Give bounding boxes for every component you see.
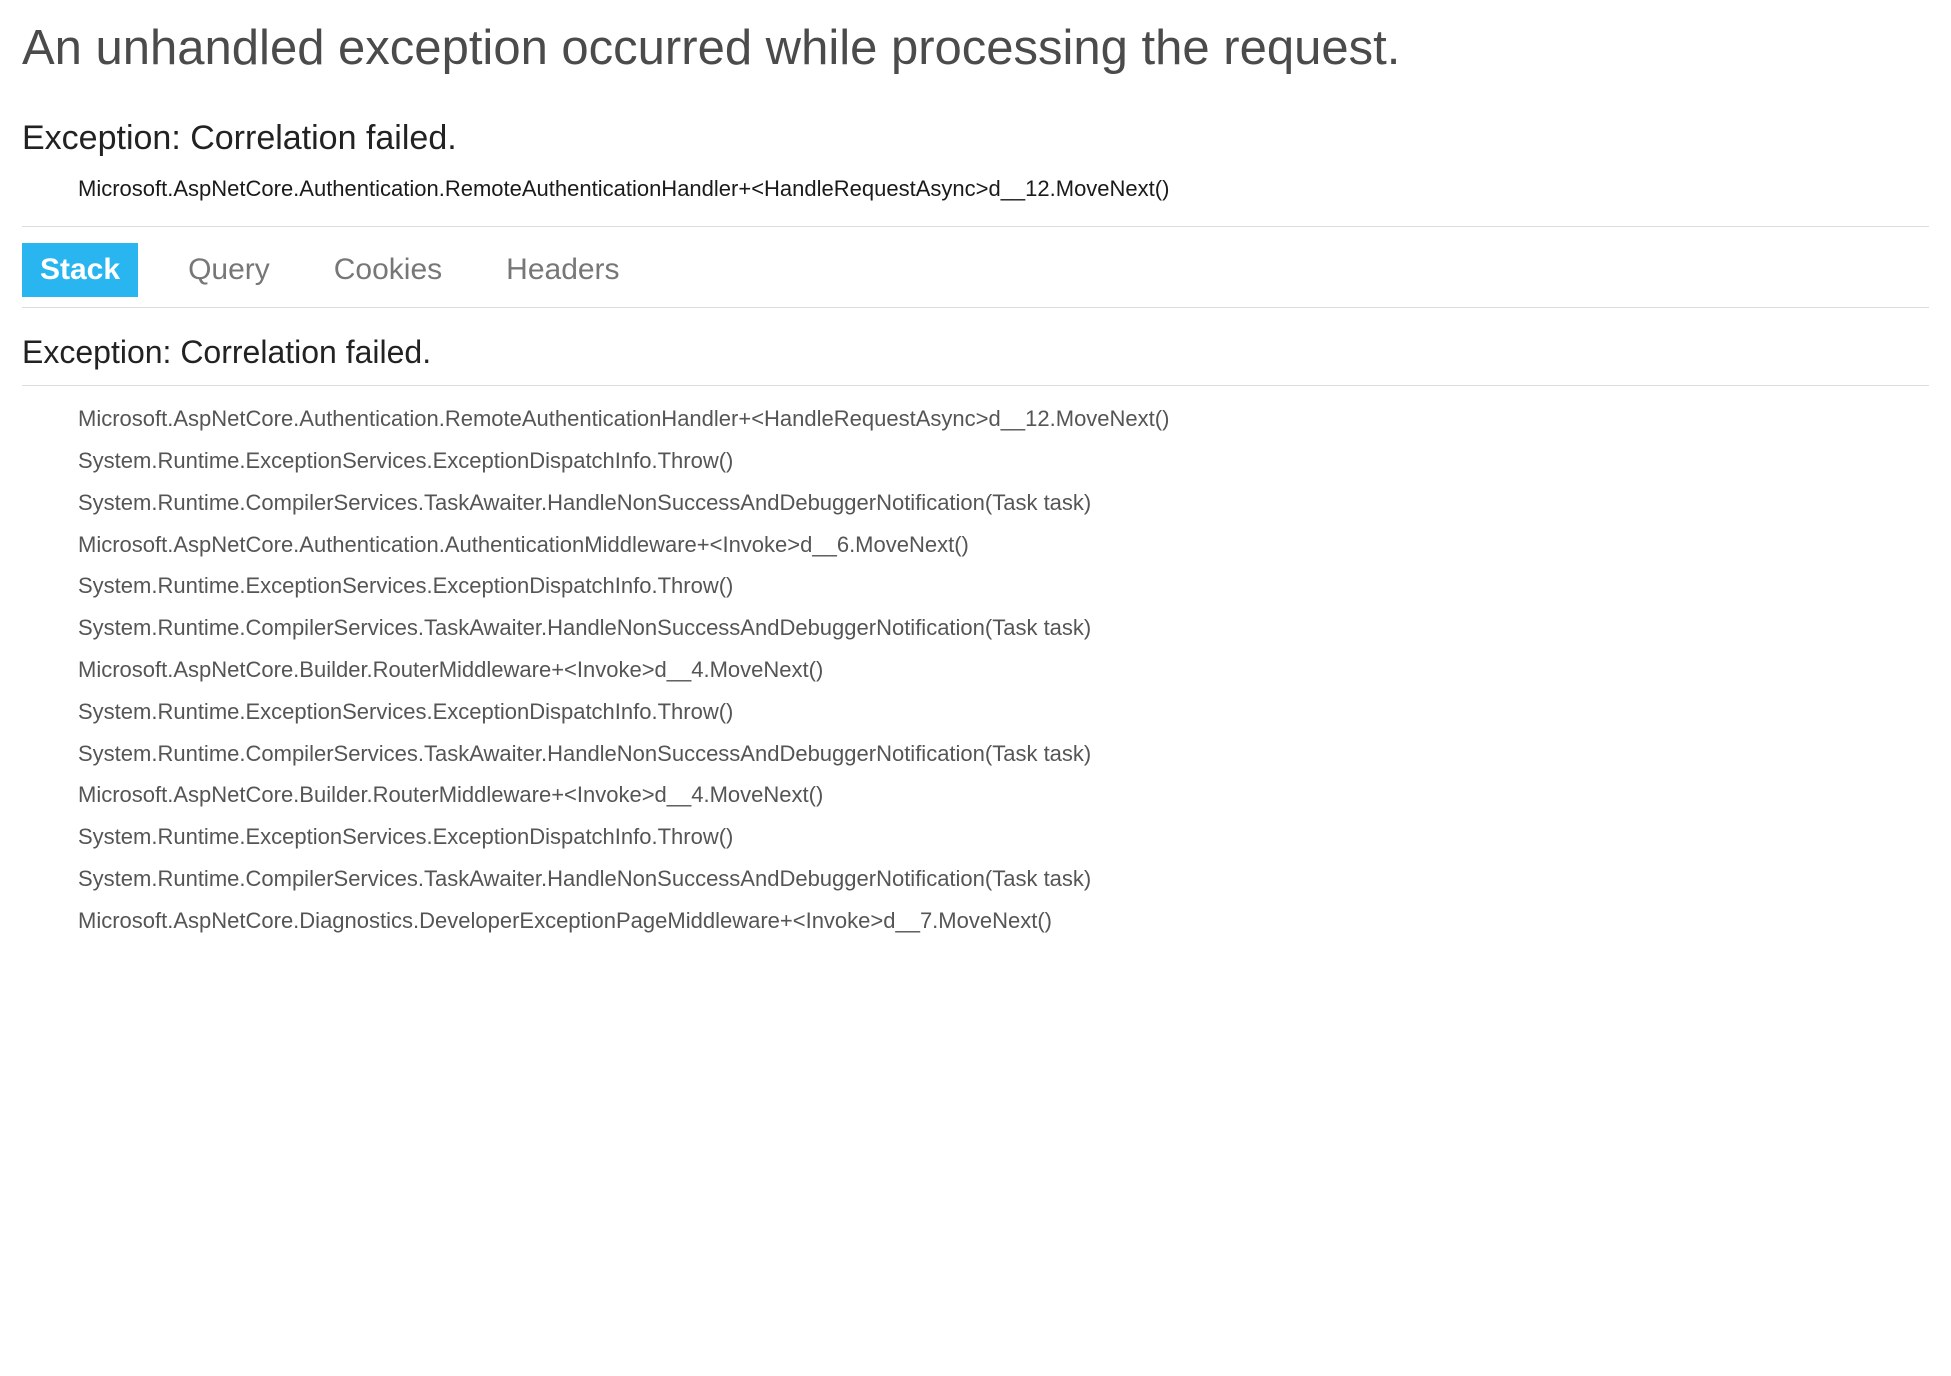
tab-stack[interactable]: Stack xyxy=(22,243,138,297)
tab-cookies[interactable]: Cookies xyxy=(320,247,456,293)
stack-exception-title: Exception: Correlation failed. xyxy=(22,334,1929,386)
stack-frame: System.Runtime.CompilerServices.TaskAwai… xyxy=(78,607,1929,649)
stack-frame: System.Runtime.ExceptionServices.Excepti… xyxy=(78,565,1929,607)
stack-frame: System.Runtime.CompilerServices.TaskAwai… xyxy=(78,858,1929,900)
stack-frame: System.Runtime.CompilerServices.TaskAwai… xyxy=(78,733,1929,775)
stack-frame: Microsoft.AspNetCore.Authentication.Remo… xyxy=(78,398,1929,440)
stack-frame: Microsoft.AspNetCore.Diagnostics.Develop… xyxy=(78,900,1929,942)
tab-headers[interactable]: Headers xyxy=(492,247,633,293)
stack-frame: System.Runtime.CompilerServices.TaskAwai… xyxy=(78,482,1929,524)
separator xyxy=(22,226,1929,227)
stack-frame: System.Runtime.ExceptionServices.Excepti… xyxy=(78,816,1929,858)
stack-frame: System.Runtime.ExceptionServices.Excepti… xyxy=(78,440,1929,482)
exception-first-frame: Microsoft.AspNetCore.Authentication.Remo… xyxy=(78,176,1929,202)
stack-frame: Microsoft.AspNetCore.Builder.RouterMiddl… xyxy=(78,649,1929,691)
page-title: An unhandled exception occurred while pr… xyxy=(22,18,1929,79)
tab-query[interactable]: Query xyxy=(174,247,284,293)
stack-frame: Microsoft.AspNetCore.Authentication.Auth… xyxy=(78,524,1929,566)
stack-frames: Microsoft.AspNetCore.Authentication.Remo… xyxy=(78,398,1929,941)
stack-frame: Microsoft.AspNetCore.Builder.RouterMiddl… xyxy=(78,774,1929,816)
exception-title: Exception: Correlation failed. xyxy=(22,119,1929,158)
tab-list: Stack Query Cookies Headers xyxy=(22,243,1929,308)
stack-frame: System.Runtime.ExceptionServices.Excepti… xyxy=(78,691,1929,733)
